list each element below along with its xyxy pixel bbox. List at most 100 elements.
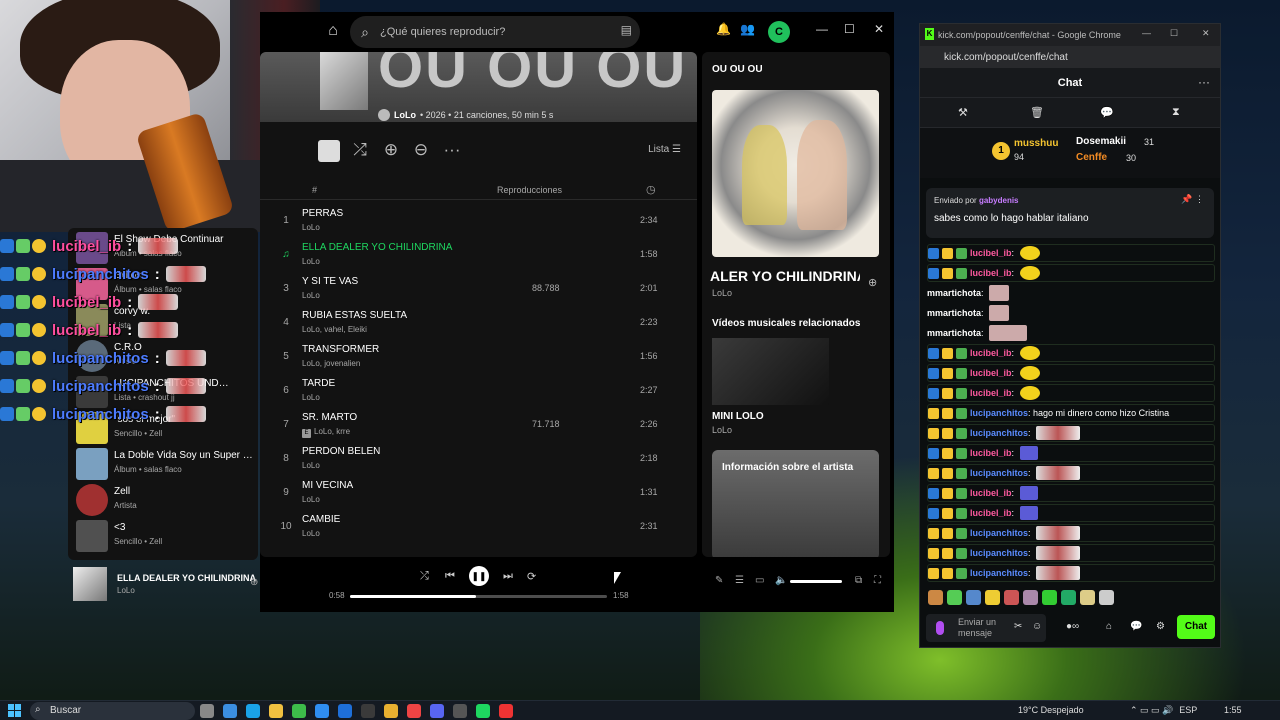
- emote-icon[interactable]: [1061, 590, 1076, 605]
- album-artist[interactable]: LoLo: [394, 110, 416, 120]
- add-icon[interactable]: ⊕: [381, 140, 401, 160]
- track-row[interactable]: 3 Y SI TE VAS LoLo 88.788 2:01: [260, 272, 697, 306]
- browse-icon[interactable]: ▤: [621, 23, 632, 37]
- now-playing-song[interactable]: ALER YO CHILINDRINA: [710, 268, 860, 284]
- track-artist[interactable]: LoLo: [302, 291, 320, 300]
- library-item[interactable]: <3 Sencillo • Zell: [76, 518, 256, 556]
- chat-username[interactable]: lucipanchitos: [970, 568, 1028, 578]
- app-icon[interactable]: [361, 704, 375, 718]
- library-item[interactable]: La Doble Vida Soy un Super … Álbum • sala…: [76, 446, 256, 484]
- hourglass-icon[interactable]: ⧗: [1172, 106, 1180, 119]
- track-artist-text[interactable]: LoLo: [302, 291, 320, 300]
- gear-icon[interactable]: ⚙: [1156, 621, 1165, 632]
- task-view-icon[interactable]: [200, 704, 214, 718]
- pinned-author[interactable]: gabydenis: [979, 196, 1019, 205]
- artist-info-card[interactable]: Información sobre el artista: [712, 450, 879, 557]
- folder-icon[interactable]: [384, 704, 398, 718]
- player-title[interactable]: ELLA DEALER YO CHILINDRINA: [117, 573, 256, 583]
- track-title[interactable]: TRANSFORMER: [302, 344, 379, 355]
- track-artist[interactable]: E LoLo, krre: [302, 427, 350, 438]
- track-title[interactable]: TARDE: [302, 378, 335, 389]
- track-artist[interactable]: LoLo: [302, 461, 320, 470]
- gifter-name[interactable]: Dosemakii: [1076, 136, 1126, 147]
- app-icon[interactable]: [499, 704, 513, 718]
- more-options-icon[interactable]: ···: [1198, 75, 1210, 89]
- track-row[interactable]: 10 CAMBIE LoLo 2:31: [260, 510, 697, 544]
- player-artist[interactable]: LoLo: [117, 586, 135, 595]
- track-artist-text[interactable]: LoLo: [302, 223, 320, 232]
- track-artist[interactable]: LoLo: [302, 529, 320, 538]
- emote-icon[interactable]: [947, 590, 962, 605]
- next-icon[interactable]: ⏭: [503, 570, 513, 583]
- chat-message[interactable]: lucipanchitos:: [927, 424, 1215, 442]
- track-artist-text[interactable]: LoLo: [302, 495, 320, 504]
- emote-icon[interactable]: [1004, 590, 1019, 605]
- clock[interactable]: 1:55: [1224, 705, 1242, 715]
- user-avatar[interactable]: C: [768, 21, 790, 43]
- track-title[interactable]: Y SI TE VAS: [302, 276, 358, 287]
- chat-message[interactable]: lucipanchitos:: [927, 564, 1215, 582]
- chat-message[interactable]: mmartichota:: [927, 304, 1215, 322]
- track-title[interactable]: SR. MARTO: [302, 412, 357, 423]
- track-artist-text[interactable]: LoLo, jovenalien: [302, 359, 360, 368]
- weather-widget[interactable]: 19°C Despejado: [1018, 705, 1084, 715]
- pin-icon[interactable]: 📌 ⋮: [1181, 194, 1204, 205]
- chat-username[interactable]: lucibel_ib: [970, 248, 1012, 258]
- mic-icon[interactable]: [936, 621, 944, 635]
- search-input[interactable]: ¿Qué quieres reproducir?: [380, 26, 505, 38]
- xbox-icon[interactable]: [292, 704, 306, 718]
- home-icon[interactable]: ⌂: [320, 18, 346, 44]
- progress-bar[interactable]: [350, 595, 607, 598]
- minimize-button[interactable]: —: [816, 22, 828, 36]
- queue-icon[interactable]: ☰: [735, 575, 744, 586]
- pinned-message[interactable]: Enviado por gabydenis sabes como lo hago…: [926, 188, 1214, 238]
- emote-icon[interactable]: [985, 590, 1000, 605]
- start-icon[interactable]: [8, 704, 22, 718]
- volume-icon[interactable]: 🔈: [775, 575, 787, 586]
- pause-button[interactable]: ❚❚: [469, 566, 489, 586]
- minimize-button[interactable]: —: [1142, 28, 1151, 38]
- chat-message[interactable]: lucibel_ib:: [927, 364, 1215, 382]
- previous-icon[interactable]: ⏮: [445, 570, 455, 583]
- explorer-icon[interactable]: [269, 704, 283, 718]
- view-toggle[interactable]: Lista ☰: [648, 144, 681, 155]
- chat-settings-icon[interactable]: 💬: [1130, 621, 1142, 632]
- chat-username[interactable]: mmartichota: [927, 308, 981, 318]
- chat-message[interactable]: lucipanchitos: hago mi dinero como hizo …: [927, 404, 1215, 422]
- tray-icons[interactable]: ⌃ ▭ ▭ 🔊: [1130, 705, 1173, 716]
- video-thumbnail[interactable]: [712, 338, 829, 405]
- emote-icon[interactable]: [966, 590, 981, 605]
- library-item[interactable]: Zell Artista: [76, 482, 256, 520]
- track-artist[interactable]: LoLo: [302, 393, 320, 402]
- now-playing-artist[interactable]: LoLo: [712, 288, 732, 298]
- track-row[interactable]: 4 RUBIA ESTAS SUELTA LoLo, vahel, Eleiki 2:…: [260, 306, 697, 340]
- widgets-icon[interactable]: [223, 704, 237, 718]
- fullscreen-icon[interactable]: ⛶: [874, 575, 881, 586]
- chat-username[interactable]: lucibel_ib: [970, 348, 1012, 358]
- trash-icon[interactable]: 🗑: [1030, 106, 1044, 119]
- edge-icon[interactable]: [246, 704, 260, 718]
- bell-icon[interactable]: 🔔: [716, 22, 731, 36]
- friends-icon[interactable]: 👥: [740, 22, 755, 36]
- chat-username[interactable]: lucipanchitos: [970, 408, 1028, 418]
- chat-message[interactable]: lucipanchitos:: [927, 524, 1215, 542]
- devices-icon[interactable]: ▭: [755, 575, 764, 586]
- chat-username[interactable]: lucipanchitos: [970, 428, 1028, 438]
- chat-username[interactable]: lucibel_ib: [970, 368, 1012, 378]
- miniplayer-icon[interactable]: ⧉: [855, 575, 862, 586]
- track-artist-text[interactable]: LoLo: [302, 461, 320, 470]
- emote-icon[interactable]: [928, 590, 943, 605]
- chat-message[interactable]: lucibel_ib:: [927, 504, 1215, 522]
- download-icon[interactable]: ⊖: [411, 140, 431, 160]
- chat-message[interactable]: lucipanchitos:: [927, 544, 1215, 562]
- track-artist-text[interactable]: LoLo, krre: [314, 427, 350, 436]
- format-icon[interactable]: ✂: [1014, 621, 1022, 632]
- chat-message[interactable]: lucibel_ib:: [927, 264, 1215, 282]
- url-text[interactable]: kick.com/popout/cenffe/chat: [944, 52, 1068, 63]
- close-button[interactable]: ✕: [874, 22, 884, 36]
- chat-input[interactable]: Enviar un mensaje ✂ ☺: [926, 614, 1046, 642]
- track-artist[interactable]: LoLo: [302, 257, 320, 266]
- track-row[interactable]: 8 PERDON BELEN LoLo 2:18: [260, 442, 697, 476]
- repeat-icon[interactable]: ⟳: [527, 570, 536, 583]
- track-title[interactable]: CAMBIE: [302, 514, 340, 525]
